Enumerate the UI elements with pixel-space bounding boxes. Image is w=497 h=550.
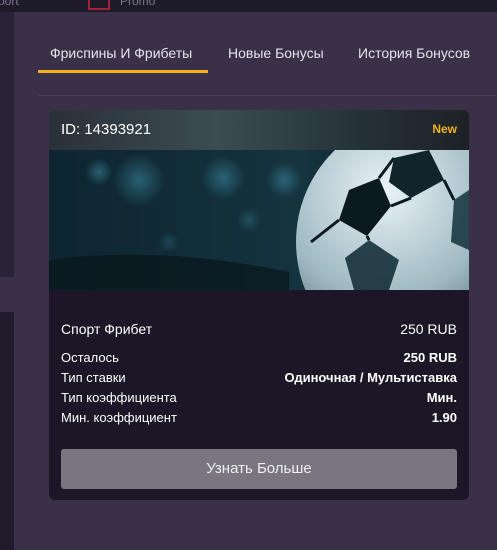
prize-title: Спорт Фрибет [61, 321, 153, 337]
learn-more-button[interactable]: Узнать Больше [61, 449, 457, 489]
new-badge: New [432, 122, 457, 136]
detail-row-min-odds: Мин. коэффициент 1.90 [61, 410, 457, 428]
football-icon [49, 150, 469, 290]
backdrop-sidebar-section [0, 12, 14, 277]
tabs-divider [38, 95, 497, 96]
detail-value: Мин. [426, 390, 457, 405]
detail-label: Тип коэффициента [61, 390, 177, 405]
backdrop-nav-sport[interactable]: port [0, 0, 19, 8]
active-tab-indicator [38, 70, 208, 73]
bonus-tabs: Фриспины И Фрибеты Новые Бонусы История … [38, 40, 497, 86]
card-header: ID: 14393921 New [49, 110, 469, 150]
freebet-card: ID: 14393921 New Спорт Фрибет 250 RUB Ос… [49, 110, 469, 500]
prize-row: Спорт Фрибет 250 RUB [61, 321, 457, 341]
backdrop-sidebar-active [0, 277, 14, 312]
bonuses-modal: Фриспины И Фрибеты Новые Бонусы История … [14, 12, 497, 550]
tab-bonus-history[interactable]: История Бонусов [358, 40, 470, 74]
tab-freespins-freebets[interactable]: Фриспины И Фрибеты [50, 40, 192, 74]
detail-row-remaining: Осталось 250 RUB [61, 350, 457, 368]
prize-amount: 250 RUB [400, 321, 457, 337]
detail-label: Осталось [61, 350, 119, 365]
detail-value: 250 RUB [403, 350, 457, 365]
bonus-id: ID: 14393921 [61, 121, 152, 138]
detail-label: Мин. коэффициент [61, 410, 177, 425]
backdrop-top-navbar: port Promo [0, 0, 497, 12]
detail-row-bet-type: Тип ставки Одиночная / Мультиставка [61, 370, 457, 388]
detail-value: Одиночная / Мультиставка [284, 370, 457, 385]
promo-gift-icon [88, 0, 110, 10]
detail-row-odds-type: Тип коэффициента Мин. [61, 390, 457, 408]
detail-label: Тип ставки [61, 370, 126, 385]
detail-value: 1.90 [431, 410, 457, 425]
backdrop-nav-promo[interactable]: Promo [120, 0, 155, 8]
backdrop-sidebar-section [0, 312, 14, 550]
tab-new-bonuses[interactable]: Новые Бонусы [228, 40, 324, 74]
